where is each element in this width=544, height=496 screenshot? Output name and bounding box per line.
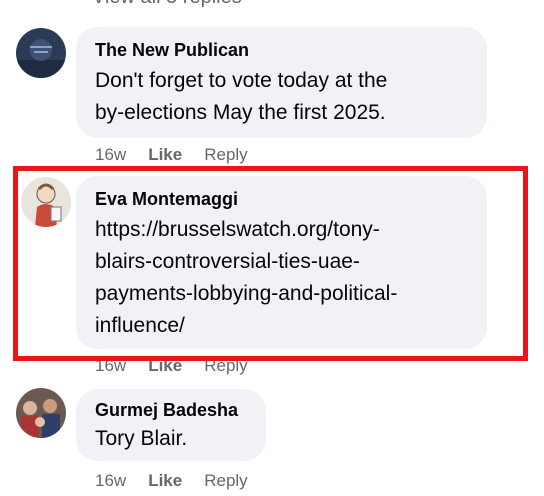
publican-logo-icon bbox=[16, 28, 66, 78]
view-replies-link[interactable]: View all 5 replies bbox=[92, 0, 242, 10]
comment-actions: 16w Like Reply bbox=[95, 145, 248, 165]
like-button[interactable]: Like bbox=[148, 471, 182, 491]
comment-bubble: Gurmej Badesha Tory Blair. bbox=[76, 389, 266, 461]
comment-text: Don't forget to vote today at the by-ele… bbox=[95, 69, 388, 124]
comment-author[interactable]: The New Publican bbox=[95, 39, 471, 61]
avatar[interactable] bbox=[16, 388, 66, 438]
view-replies-label: View all 5 replies bbox=[92, 0, 242, 8]
comment-timestamp[interactable]: 16w bbox=[95, 471, 126, 491]
comment-text: Tory Blair. bbox=[95, 427, 188, 450]
group-photo-icon bbox=[16, 388, 66, 438]
comment-author[interactable]: Gurmej Badesha bbox=[95, 399, 250, 421]
avatar[interactable] bbox=[16, 28, 66, 78]
highlight-frame-mask bbox=[18, 352, 523, 356]
reply-button[interactable]: Reply bbox=[204, 145, 247, 165]
reply-button[interactable]: Reply bbox=[204, 471, 247, 491]
highlight-box bbox=[13, 166, 528, 361]
comment-bubble: The New Publican Don't forget to vote to… bbox=[76, 27, 487, 138]
comment-actions: 16w Like Reply bbox=[95, 471, 248, 491]
comment-timestamp[interactable]: 16w bbox=[95, 145, 126, 165]
like-button[interactable]: Like bbox=[148, 145, 182, 165]
